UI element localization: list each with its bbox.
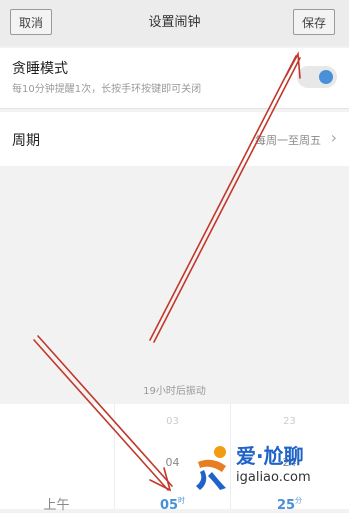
watermark-line1: 爱·尬聊 [236, 444, 304, 468]
cycle-value: 每周一至周五 [255, 134, 321, 147]
cycle-label: 周期 [12, 133, 40, 149]
hour-unit: 时 [178, 496, 186, 505]
cycle-row[interactable]: 周期 每周一至周五 › [0, 112, 349, 166]
toggle-knob [319, 70, 333, 84]
watermark-logo-icon [196, 446, 226, 490]
cancel-button[interactable]: 取消 [10, 9, 53, 35]
watermark-line2: igaliao.com [236, 470, 311, 485]
snooze-title: 贪睡模式 [12, 61, 68, 77]
app-header: 设置闹钟 取消 保存 [0, 0, 349, 46]
snooze-row[interactable]: 贪睡模式 每10分钟提醒1次，长按手环按键即可关闭 [0, 48, 349, 109]
hour-option[interactable]: 03 [115, 416, 230, 427]
minute-option[interactable]: 23 [230, 416, 349, 427]
period-selected[interactable]: 上午 [0, 494, 113, 513]
chevron-right-icon: › [330, 128, 337, 147]
save-button[interactable]: 保存 [292, 9, 335, 35]
snooze-toggle[interactable] [297, 66, 337, 88]
snooze-subtitle: 每10分钟提醒1次，长按手环按键即可关闭 [12, 84, 202, 95]
watermark: 爱·尬聊 igaliao.com [192, 440, 347, 509]
period-column[interactable]: 上午 [0, 404, 113, 513]
countdown-text: 19小时后振动 [143, 386, 206, 397]
hour-selected-value: 05 [159, 498, 179, 513]
